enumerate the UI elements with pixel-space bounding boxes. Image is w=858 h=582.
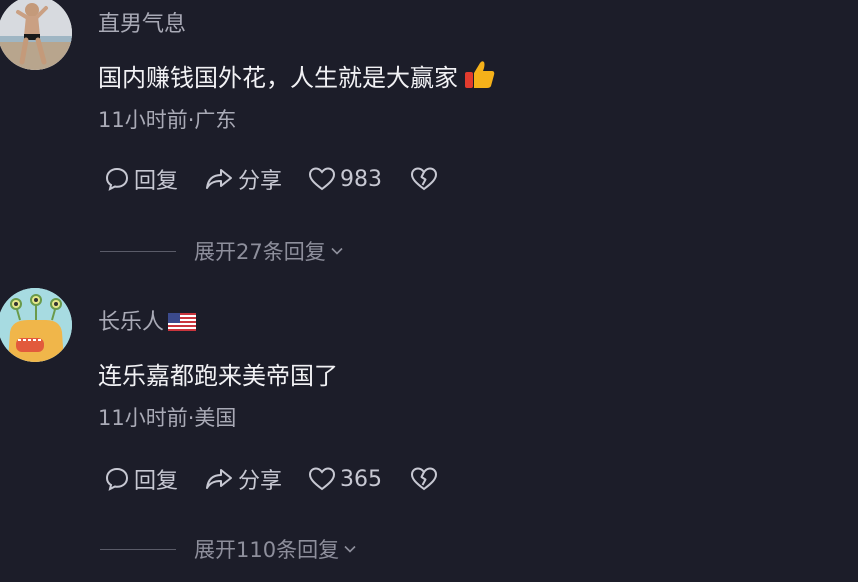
share-icon — [206, 469, 233, 489]
comment-actions: 回复 分享 365 — [104, 464, 442, 494]
heart-icon — [309, 467, 336, 491]
username[interactable]: 直男气息 — [98, 6, 186, 38]
expand-replies-button[interactable]: 展开110条回复 — [100, 534, 357, 564]
chevron-down-icon — [331, 247, 343, 255]
dislike-button[interactable] — [410, 166, 442, 192]
reply-icon — [105, 167, 129, 191]
divider-line — [100, 250, 176, 252]
expand-replies-label: 展开27条回复 — [194, 240, 326, 264]
reply-icon — [105, 467, 129, 491]
dislike-button[interactable] — [410, 466, 442, 492]
expand-replies-button[interactable]: 展开27条回复 — [100, 236, 344, 266]
expand-replies-label: 展开110条回复 — [194, 538, 340, 562]
reply-label: 回复 — [134, 469, 179, 494]
broken-heart-icon — [411, 467, 438, 491]
comment-meta: 11小时前·广东 — [98, 108, 237, 132]
reply-label: 回复 — [134, 169, 179, 194]
comment-text-body: 国内赚钱国外花，人生就是大赢家 — [98, 64, 458, 92]
avatar-image — [0, 0, 72, 70]
heart-icon — [309, 167, 336, 191]
comment-actions: 回复 分享 983 — [104, 164, 442, 194]
like-count: 983 — [340, 166, 383, 192]
avatar[interactable] — [0, 0, 72, 70]
share-icon — [206, 169, 233, 189]
reply-button[interactable]: 回复 — [104, 163, 178, 195]
like-button[interactable]: 983 — [308, 166, 382, 192]
avatar[interactable] — [0, 288, 72, 362]
share-button[interactable]: 分享 — [204, 163, 282, 195]
chevron-down-icon — [344, 545, 356, 553]
reply-button[interactable]: 回复 — [104, 463, 178, 495]
avatar-image — [0, 288, 72, 362]
username-text: 长乐人 — [98, 310, 165, 335]
divider-line — [100, 548, 176, 550]
comment-text: 连乐嘉都跑来美帝国了 — [98, 362, 338, 390]
us-flag-icon — [168, 312, 197, 337]
like-button[interactable]: 365 — [308, 466, 382, 492]
comment-meta: 11小时前·美国 — [98, 406, 237, 430]
username[interactable]: 长乐人 — [98, 304, 197, 337]
share-label: 分享 — [238, 169, 283, 194]
username-text: 直男气息 — [98, 12, 187, 37]
thumbs-up-icon — [464, 60, 496, 96]
comment-text: 国内赚钱国外花，人生就是大赢家 — [98, 58, 496, 96]
broken-heart-icon — [411, 167, 438, 191]
share-label: 分享 — [238, 469, 283, 494]
like-count: 365 — [340, 466, 383, 492]
share-button[interactable]: 分享 — [204, 463, 282, 495]
